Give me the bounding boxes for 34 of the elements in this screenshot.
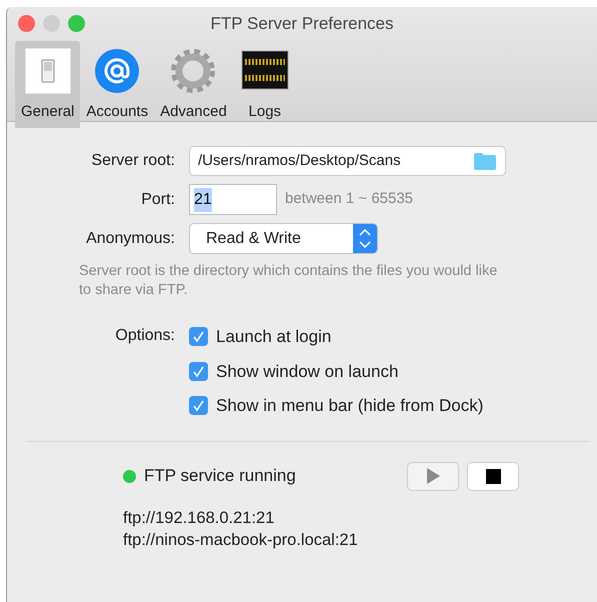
zoom-button[interactable] xyxy=(68,15,85,32)
field-label: Port: xyxy=(140,190,176,210)
status-text: FTP service running xyxy=(144,465,296,488)
anonymous-dropdown[interactable]: Read & Write xyxy=(189,223,378,254)
server-root-field[interactable]: /Users/nramos/Desktop/Scans xyxy=(189,146,506,176)
port-range-hint: between 1 ~ 65535 xyxy=(285,189,414,210)
switch-icon xyxy=(22,45,74,97)
description-text: Server root is the directory which contains the files you would like to share via FTP. xyxy=(79,262,498,300)
folder-icon[interactable] xyxy=(473,152,497,170)
server-url: ftp://192.168.0.21:21 xyxy=(123,508,274,528)
checkbox-label: Launch at login xyxy=(216,326,332,348)
field-label: Anonymous: xyxy=(85,228,176,248)
server-url: ftp://ninos-macbook-pro.local:21 xyxy=(123,530,358,550)
checkmark-icon xyxy=(192,330,205,344)
checkmark-icon xyxy=(192,399,205,412)
toolbar-tab[interactable]: Advanced xyxy=(154,41,233,128)
field-label: Server root: xyxy=(90,151,176,171)
checkbox[interactable] xyxy=(189,327,208,346)
checkbox[interactable] xyxy=(189,396,208,416)
toolbar-tab[interactable]: General xyxy=(15,41,80,128)
checkbox[interactable] xyxy=(189,362,208,381)
play-icon xyxy=(425,467,441,485)
toolbar-tab[interactable]: Logs xyxy=(232,41,297,128)
field-label: Options: xyxy=(114,326,176,346)
checkmark-icon xyxy=(192,364,205,378)
stepper-arrows-icon xyxy=(353,224,377,253)
stop-icon xyxy=(486,468,500,484)
stop-button[interactable] xyxy=(467,462,519,490)
checkbox-label: Show window on launch xyxy=(216,360,398,382)
window-title: FTP Server Preferences xyxy=(210,14,394,33)
port-field[interactable]: 21 xyxy=(189,184,277,215)
close-button[interactable] xyxy=(18,15,35,32)
toolbar-tab[interactable]: Accounts xyxy=(80,41,154,128)
checkbox-label: Show in menu bar (hide from Dock) xyxy=(216,395,484,417)
